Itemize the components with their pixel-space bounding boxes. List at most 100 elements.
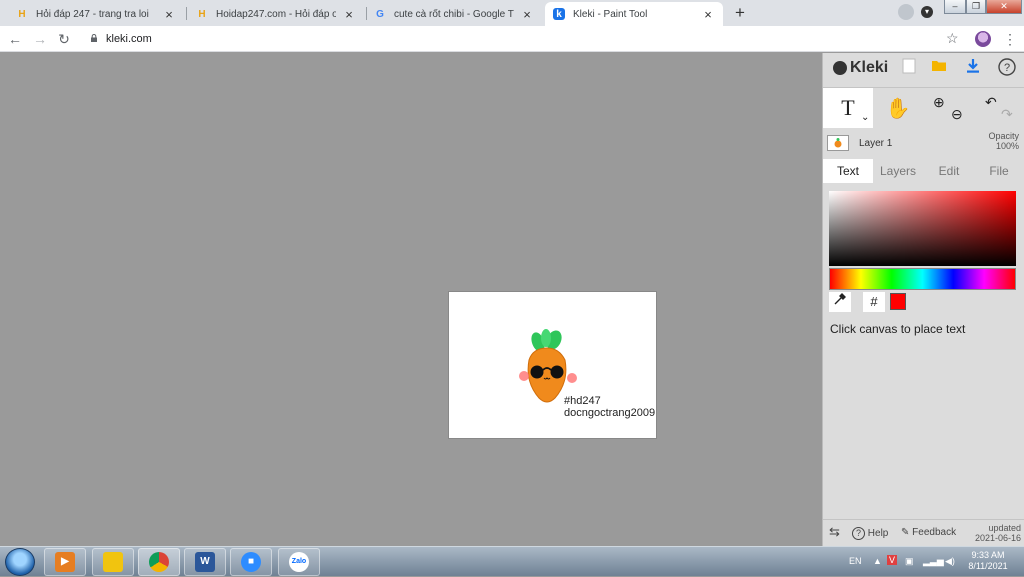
hue-slider[interactable] bbox=[829, 268, 1016, 290]
more-menu-icon[interactable]: ⋮ bbox=[1003, 30, 1017, 48]
close-tab-icon[interactable]: × bbox=[520, 7, 534, 22]
network-signal-icon[interactable]: ▂▃▅ bbox=[923, 556, 944, 567]
feedback-link[interactable]: ✎ Feedback bbox=[901, 527, 956, 538]
hand-tool-button[interactable]: ✋ bbox=[873, 88, 923, 128]
feedback-label: Feedback bbox=[912, 527, 957, 538]
undo-icon[interactable]: ↶ bbox=[985, 82, 997, 122]
device-icon[interactable]: ▣ bbox=[905, 556, 914, 567]
zoom-in-icon[interactable]: ⊕ bbox=[933, 82, 945, 122]
taskbar-word[interactable]: W bbox=[184, 548, 226, 576]
taskbar-file-explorer[interactable] bbox=[92, 548, 134, 576]
new-image-icon[interactable] bbox=[899, 58, 919, 78]
kleki-logo-text: Kleki bbox=[850, 59, 889, 76]
tab-divider bbox=[186, 7, 187, 20]
layer-row[interactable]: Layer 1 Opacity 100% bbox=[823, 131, 1024, 157]
folder-icon bbox=[103, 552, 123, 572]
taskbar-media-player[interactable]: ▶ bbox=[44, 548, 86, 576]
tool-row: T ⌄ ✋ ⊕ ⊖ ↶ ↷ bbox=[823, 87, 1024, 128]
zoom-buttons[interactable]: ⊕ ⊖ bbox=[923, 88, 973, 128]
close-tab-icon[interactable]: × bbox=[342, 7, 356, 22]
text-tool-button[interactable]: T ⌄ bbox=[823, 88, 873, 128]
minimize-button[interactable]: – bbox=[944, 0, 966, 14]
close-window-button[interactable]: ✕ bbox=[986, 0, 1022, 14]
reload-button[interactable]: ↻ bbox=[55, 30, 73, 48]
opacity-label: Opacity bbox=[988, 131, 1019, 141]
drawing-workspace[interactable]: #hd247 docngoctrang2009 bbox=[0, 53, 822, 546]
tab-edit[interactable]: Edit bbox=[924, 159, 974, 183]
start-button[interactable] bbox=[5, 548, 35, 576]
tray-expand-icon[interactable]: ▲ bbox=[873, 556, 882, 566]
maximize-button[interactable]: ❐ bbox=[966, 0, 986, 14]
drawing-canvas[interactable]: #hd247 docngoctrang2009 bbox=[448, 291, 657, 439]
help-circle-icon[interactable]: ? bbox=[997, 58, 1017, 78]
text-tab-body: # Click canvas to place text bbox=[823, 183, 1024, 540]
feedback-icon: ✎ bbox=[901, 527, 910, 538]
tab-title: Hỏi đáp 247 - trang tra loi bbox=[36, 8, 149, 20]
zalo-icon: Zalo bbox=[289, 552, 309, 572]
close-tab-icon[interactable]: × bbox=[162, 7, 176, 22]
updated-value: 2021-06-16 bbox=[974, 533, 1021, 543]
tab-text[interactable]: Text bbox=[823, 159, 873, 183]
current-color-swatch[interactable] bbox=[890, 293, 906, 310]
text-tool-hint: Click canvas to place text bbox=[830, 322, 966, 336]
opacity-value: 100% bbox=[995, 141, 1019, 151]
hex-input-button[interactable]: # bbox=[863, 292, 885, 312]
bookmark-star-icon[interactable]: ☆ bbox=[946, 30, 959, 47]
taskbar-zoom[interactable]: ■ bbox=[230, 548, 272, 576]
help-circle-icon: ? bbox=[852, 527, 865, 540]
volume-icon[interactable]: ◀) bbox=[945, 556, 955, 567]
tab-hoidap247-online[interactable]: H Hoidap247.com - Hỏi đáp online × bbox=[188, 2, 364, 26]
open-folder-icon[interactable] bbox=[929, 58, 949, 78]
taskbar-zalo[interactable]: Zalo bbox=[278, 548, 320, 576]
windows-taskbar: ▶ W ■ Zalo EN ▲ V ▣ ▂▃▅ ◀) 9:33 AM 8/11/… bbox=[0, 546, 1024, 576]
chevron-down-icon[interactable]: ▾ bbox=[921, 6, 933, 18]
tab-hoidap-trang-tra-loi[interactable]: H Hỏi đáp 247 - trang tra loi × bbox=[8, 2, 184, 26]
kleki-logo-icon bbox=[833, 61, 847, 75]
panel-footer: ⇆ ? Help ✎ Feedback updated 2021-06-16 bbox=[823, 519, 1024, 546]
tab-google-search[interactable]: G cute cà rốt chibi - Google Tìm kiế × bbox=[366, 2, 542, 26]
help-link[interactable]: ? Help bbox=[852, 527, 888, 540]
layer-name: Layer 1 bbox=[859, 138, 893, 149]
word-icon: W bbox=[195, 552, 215, 572]
canvas-text-author: docngoctrang2009 bbox=[564, 407, 656, 419]
lock-icon bbox=[91, 34, 97, 42]
swap-arrows-icon[interactable]: ⇆ bbox=[829, 524, 840, 540]
forward-button[interactable]: → bbox=[31, 30, 49, 48]
taskbar-chrome[interactable] bbox=[138, 548, 180, 576]
tab-file[interactable]: File bbox=[974, 159, 1024, 183]
panel-tabs: Text Layers Edit File bbox=[823, 159, 1024, 183]
redo-icon[interactable]: ↷ bbox=[1001, 94, 1013, 134]
color-saturation-value-picker[interactable] bbox=[829, 191, 1016, 266]
hand-icon: ✋ bbox=[885, 98, 911, 120]
back-button[interactable]: ← bbox=[6, 30, 24, 48]
close-tab-icon[interactable]: × bbox=[701, 7, 715, 22]
antivirus-icon[interactable]: V bbox=[887, 555, 898, 565]
clock-date: 8/11/2021 bbox=[968, 561, 1008, 571]
chrome-icon bbox=[149, 552, 169, 572]
tab-title: Kleki - Paint Tool bbox=[573, 8, 648, 20]
svg-text:?: ? bbox=[1004, 62, 1010, 74]
tab-kleki-paint-tool[interactable]: k Kleki - Paint Tool × bbox=[545, 2, 723, 26]
clock-time: 9:33 AM bbox=[971, 550, 1005, 560]
language-indicator[interactable]: EN bbox=[849, 556, 862, 566]
undo-redo-buttons[interactable]: ↶ ↷ bbox=[973, 88, 1023, 128]
taskbar-clock[interactable]: 9:33 AM 8/11/2021 bbox=[963, 550, 1013, 572]
media-player-icon: ▶ bbox=[55, 552, 75, 572]
kleki-favicon-icon: k bbox=[553, 8, 565, 20]
help-label: Help bbox=[867, 528, 889, 539]
avatar[interactable] bbox=[975, 31, 991, 47]
zoom-out-icon[interactable]: ⊖ bbox=[951, 94, 963, 134]
download-icon[interactable] bbox=[963, 58, 983, 78]
url-field[interactable]: kleki.com bbox=[106, 30, 152, 48]
hoidap-favicon-icon: H bbox=[18, 8, 26, 20]
canvas-text-hashtag: #hd247 bbox=[564, 395, 601, 407]
eyedropper-icon[interactable] bbox=[829, 292, 851, 312]
new-tab-button[interactable]: + bbox=[731, 4, 749, 22]
tab-layers[interactable]: Layers bbox=[873, 159, 923, 183]
google-favicon-icon: G bbox=[376, 8, 384, 20]
layer-opacity[interactable]: Opacity 100% bbox=[988, 131, 1019, 151]
tab-title: cute cà rốt chibi - Google Tìm kiế bbox=[394, 8, 514, 20]
address-bar: ← → ↻ kleki.com ☆ ⋮ bbox=[0, 26, 1024, 52]
zoom-camera-icon: ■ bbox=[241, 552, 261, 572]
hoidap-favicon-icon: H bbox=[198, 8, 206, 20]
